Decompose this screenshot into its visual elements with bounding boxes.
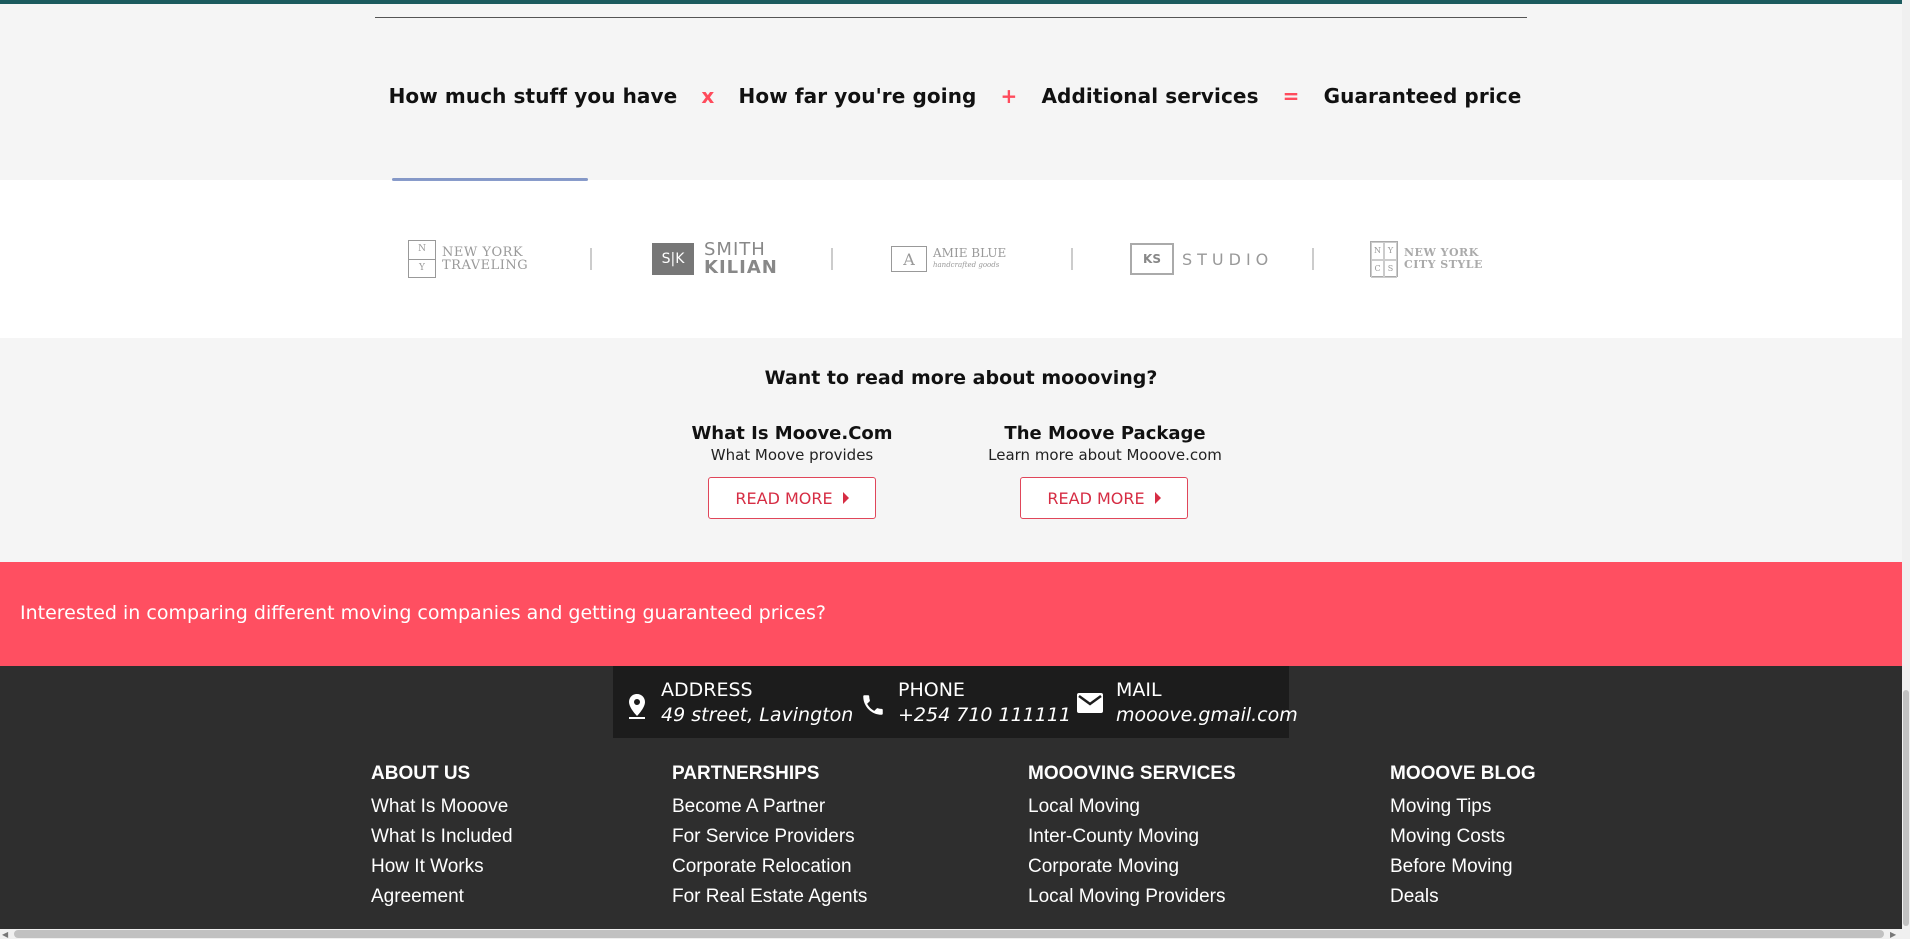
scroll-left-icon[interactable]: ◀ [2, 930, 8, 939]
mail-icon [1077, 693, 1103, 713]
article-card: What Is Moove.Com What Moove provides [682, 423, 902, 464]
logo-tagline: handcrafted goods [933, 261, 1000, 269]
top-accent-line [0, 0, 1910, 4]
footer-link[interactable]: What Is Included [371, 822, 513, 852]
formula-term-services: Additional services [1041, 84, 1259, 108]
formula-term-stuff: How much stuff you have [388, 84, 678, 108]
footer-link[interactable]: Local Moving [1028, 792, 1236, 822]
footer-link[interactable]: Become A Partner [672, 792, 867, 822]
a-mark: A [891, 246, 927, 272]
card-subtitle: Learn more about Mooove.com [988, 446, 1222, 464]
logo-ks-studio: KS STUDIO [1130, 238, 1273, 280]
logo-separator [831, 248, 833, 270]
footer-link[interactable]: What Is Mooove [371, 792, 513, 822]
ny-mark: N Y [408, 240, 436, 278]
card-title: What Is Moove.Com [691, 423, 893, 444]
read-more-button[interactable]: READ MORE [1020, 477, 1188, 519]
divider [375, 17, 1527, 18]
footer-link[interactable]: For Real Estate Agents [672, 882, 867, 912]
mail-value: mooove.gmail.com [1116, 704, 1298, 726]
footer-column-about: ABOUT US What Is Mooove What Is Included… [371, 762, 513, 912]
footer-link[interactable]: For Service Providers [672, 822, 867, 852]
scroll-right-icon[interactable]: ▶ [1890, 930, 1896, 939]
phone-value: +254 710 111111 [898, 704, 1072, 726]
footer-link[interactable]: Inter-County Moving [1028, 822, 1236, 852]
footer-heading: ABOUT US [371, 763, 471, 784]
footer-column-services: MOOOVING SERVICES Local Moving Inter-Cou… [1028, 762, 1236, 912]
logo-separator [1312, 248, 1314, 270]
logo-line: TRAVELING [442, 258, 529, 273]
footer-link[interactable]: Deals [1390, 882, 1536, 912]
logo-line: CITY STYLE [1404, 258, 1483, 271]
contact-phone[interactable]: PHONE +254 710 111111 [860, 678, 1071, 728]
horizontal-scroll-thumb[interactable] [14, 930, 1884, 938]
footer-link[interactable]: Moving Costs [1390, 822, 1536, 852]
footer-column-blog: MOOOVE BLOG Moving Tips Moving Costs Bef… [1390, 762, 1536, 912]
phone-icon [863, 695, 883, 715]
image-edge [392, 178, 588, 181]
contact-mail[interactable]: MAIL mooove.gmail.com [1076, 678, 1298, 728]
location-pin-icon [629, 694, 645, 719]
ks-mark: KS [1130, 243, 1174, 275]
formula-equals: = [1282, 84, 1300, 108]
logo-smith-kilian: S|K SMITH KILIAN [652, 238, 778, 280]
footer-link[interactable]: Agreement [371, 882, 513, 912]
logo-line: AMIE BLUE [933, 246, 1007, 260]
caret-right-icon [1154, 492, 1161, 504]
vertical-scroll-thumb[interactable] [1903, 690, 1909, 926]
logo-new-york-city-style: NYCS NEW YORK CITY STYLE [1370, 238, 1483, 280]
price-formula: How much stuff you have x How far you're… [0, 84, 1910, 108]
logo-separator [590, 248, 592, 270]
button-label: READ MORE [1047, 488, 1145, 508]
footer-link[interactable]: Local Moving Providers [1028, 882, 1236, 912]
footer-link[interactable]: Corporate Moving [1028, 852, 1236, 882]
formula-term-distance: How far you're going [738, 84, 977, 108]
read-more-button[interactable]: READ MORE [708, 477, 876, 519]
logo-line: KILIAN [704, 257, 778, 278]
address-label: ADDRESS [661, 679, 753, 701]
read-more-title: Want to read more about moooving? [764, 367, 1158, 389]
contact-address: ADDRESS 49 street, Lavington [625, 678, 853, 728]
logo-amie-blue: A AMIE BLUE handcrafted goods [891, 238, 1006, 280]
logo-separator [1071, 248, 1073, 270]
promo-text: Interested in comparing different moving… [20, 602, 826, 624]
button-label: READ MORE [735, 488, 833, 508]
footer-column-partnerships: PARTNERSHIPS Become A Partner For Servic… [672, 762, 867, 912]
address-value: 49 street, Lavington [661, 704, 854, 726]
logo-line: STUDIO [1182, 249, 1274, 269]
caret-right-icon [842, 492, 849, 504]
formula-plus: + [1000, 84, 1018, 108]
footer-link[interactable]: How It Works [371, 852, 513, 882]
sk-mark: S|K [652, 243, 694, 275]
footer-link[interactable]: Corporate Relocation [672, 852, 867, 882]
footer-heading: PARTNERSHIPS [672, 763, 820, 784]
formula-term-price: Guaranteed price [1323, 84, 1522, 108]
logo-new-york-traveling: N Y NEW YORK TRAVELING [408, 238, 528, 280]
formula-multiply: x [701, 84, 715, 108]
mail-label: MAIL [1116, 679, 1162, 701]
footer-link[interactable]: Before Moving [1390, 852, 1536, 882]
card-subtitle: What Moove provides [710, 446, 874, 464]
article-card: The Moove Package Learn more about Mooov… [977, 423, 1233, 464]
card-title: The Moove Package [1004, 423, 1206, 444]
footer-heading: MOOOVE BLOG [1390, 763, 1536, 784]
footer-heading: MOOOVING SERVICES [1028, 763, 1236, 784]
phone-label: PHONE [898, 679, 965, 701]
nycs-mark: NYCS [1370, 241, 1398, 278]
footer-link[interactable]: Moving Tips [1390, 792, 1536, 822]
